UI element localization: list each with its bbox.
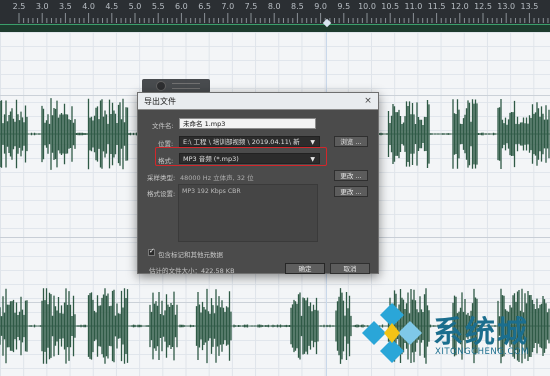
change-sample-type-button[interactable]: 更改 ...	[334, 170, 368, 181]
ruler-tick-label: 10.5	[381, 2, 400, 11]
include-markers-label: 包含标记和其他元数据	[158, 251, 223, 259]
ruler-range-band	[0, 24, 550, 32]
ruler-tick-marks	[18, 13, 549, 23]
ruler-tick-label: 2.5	[12, 2, 26, 11]
ruler-tick-label: 12.0	[450, 2, 469, 11]
volume-hud[interactable]	[142, 79, 210, 93]
ruler-tick-label: 4.5	[105, 2, 119, 11]
ruler-tick-label: 11.0	[404, 2, 423, 11]
change-format-settings-button[interactable]: 更改 ...	[334, 186, 368, 197]
ruler-tick-label: 6.5	[198, 2, 211, 11]
ruler-tick-label: 8.5	[291, 2, 304, 11]
browse-button[interactable]: 浏览 ...	[334, 136, 368, 147]
format-settings-value: MP3 192 Kbps CBR	[182, 188, 241, 195]
ruler-tick-label: 8.0	[267, 2, 281, 11]
volume-level-indicator	[172, 83, 200, 89]
dialog-title: 导出文件	[144, 97, 176, 106]
logo-diamond-icon	[362, 303, 422, 363]
ruler-tick-label: 13.0	[497, 2, 516, 11]
volume-knob-icon[interactable]	[156, 81, 166, 91]
location-select[interactable]: E:\ 工程 \ 培训部视频 \ 2019.04.11\ 新 ▼	[179, 136, 320, 147]
ruler-tick-label: 4.0	[82, 2, 95, 11]
include-markers-checkbox[interactable]	[148, 247, 155, 256]
timeline-ruler[interactable]: 2.5 3.0 3.5 4.0 4.5 5.0 5.5 6.0 6.5 7.0 7.5 8.0 8.5 9…	[0, 0, 550, 32]
ruler-tick-label: 5.5	[151, 2, 165, 11]
ruler-tick-label: 7.5	[244, 2, 258, 11]
ok-button[interactable]: 确定	[285, 263, 325, 274]
ruler-tick-label: 13.5	[520, 2, 539, 11]
location-value: E:\ 工程 \ 培训部视频 \ 2019.04.11\ 新	[183, 138, 300, 146]
dialog-body: 文件名: 未命名 1.mp3 位置: E:\ 工程 \ 培训部视频 \ 2019…	[138, 110, 378, 275]
ruler-tick-label: 11.5	[427, 2, 446, 11]
ruler-tick-label: 10.0	[358, 2, 376, 11]
ruler-tick-label: 3.0	[35, 2, 49, 11]
sample-type-label: 采样类型:	[147, 174, 176, 182]
chevron-down-icon: ▼	[310, 139, 315, 146]
ruler-tick-label: 3.5	[59, 2, 72, 11]
ruler-tick-label: 6.0	[175, 2, 188, 11]
export-file-dialog: 导出文件 × 文件名: 未命名 1.mp3 位置: E:\ 工程 \ 培训部视频…	[137, 92, 379, 275]
ruler-tick-label: 5.0	[128, 2, 142, 11]
cancel-button[interactable]: 取消	[330, 263, 370, 274]
close-icon[interactable]: ×	[361, 95, 375, 107]
ruler-tick-label: 9.5	[337, 2, 351, 11]
format-highlight-box	[155, 147, 327, 166]
ruler-tick-label: 7.0	[221, 2, 235, 11]
watermark-url: XITONGCHENG.COM	[435, 347, 529, 357]
filename-input[interactable]: 未命名 1.mp3	[179, 118, 316, 129]
format-settings-box: MP3 192 Kbps CBR	[178, 184, 318, 242]
ruler-tick-label: 9.0	[314, 2, 327, 11]
filename-label: 文件名:	[152, 122, 174, 130]
estimated-size-text: 估计的文件大小：422.58 KB	[149, 267, 235, 275]
watermark-logo: 系统城 XITONGCHENG.COM	[357, 297, 547, 373]
sample-type-value: 48000 Hz 立体声, 32 位	[180, 174, 254, 182]
format-settings-label: 格式设置:	[147, 190, 176, 198]
ruler-tick-label: 12.5	[474, 2, 492, 11]
watermark-brand: 系统城	[433, 315, 529, 350]
dialog-titlebar[interactable]: 导出文件 ×	[138, 93, 378, 110]
